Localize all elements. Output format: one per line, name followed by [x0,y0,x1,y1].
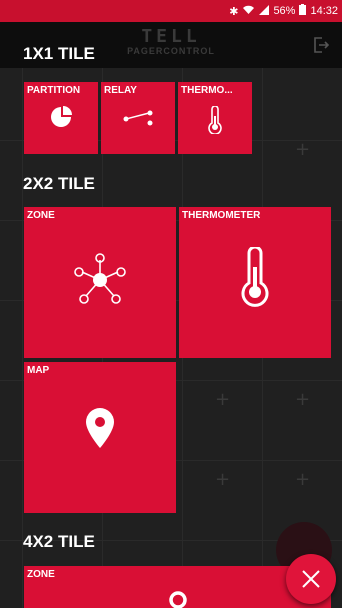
tile-zone[interactable]: ZONE [24,207,176,358]
grid-plus-marker: + [295,139,311,160]
logout-icon[interactable] [312,36,330,54]
tile-zone-wide[interactable]: ZONE [24,566,331,608]
tile-partition[interactable]: PARTITION [24,82,98,154]
relay-icon [123,110,153,126]
tile-relay[interactable]: RELAY [101,82,175,154]
section-title-4x2: 4X2 TILE [23,532,95,551]
tile-label: THERMOMETER [182,210,261,221]
network-hub-icon [74,253,126,304]
thermometer-icon [241,247,269,307]
tile-label: THERMO... [181,85,233,96]
grid-plus-marker: + [295,469,311,490]
grid-plus-marker: + [215,469,231,490]
section-title-2x2: 2X2 TILE [23,174,95,193]
battery-percent: 56% [273,5,296,17]
close-fab-button[interactable] [286,554,336,604]
thermometer-icon [208,106,222,134]
wifi-icon [242,5,255,18]
bluetooth-icon: ✱ [229,4,239,18]
tile-label: MAP [27,365,50,376]
map-pin-icon [86,408,114,448]
zone-circle-icon [169,591,187,608]
tile-label: PARTITION [27,85,81,96]
tile-label: RELAY [104,85,137,96]
tile-label: ZONE [27,569,55,580]
status-bar: ✱ 56% 14:32 [0,0,342,22]
tile-thermometer-small[interactable]: THERMO... [178,82,252,154]
pie-chart-icon [51,106,72,127]
grid-plus-marker: + [215,389,231,410]
tile-thermometer-large[interactable]: THERMOMETER [179,207,331,358]
section-title-1x1: 1X1 TILE [23,44,95,63]
clock-time: 14:32 [310,5,338,17]
signal-icon [259,4,270,18]
close-icon [302,570,320,588]
battery-icon [299,4,307,18]
tile-map[interactable]: MAP [24,362,176,513]
grid-plus-marker: + [295,389,311,410]
tile-label: ZONE [27,210,55,221]
